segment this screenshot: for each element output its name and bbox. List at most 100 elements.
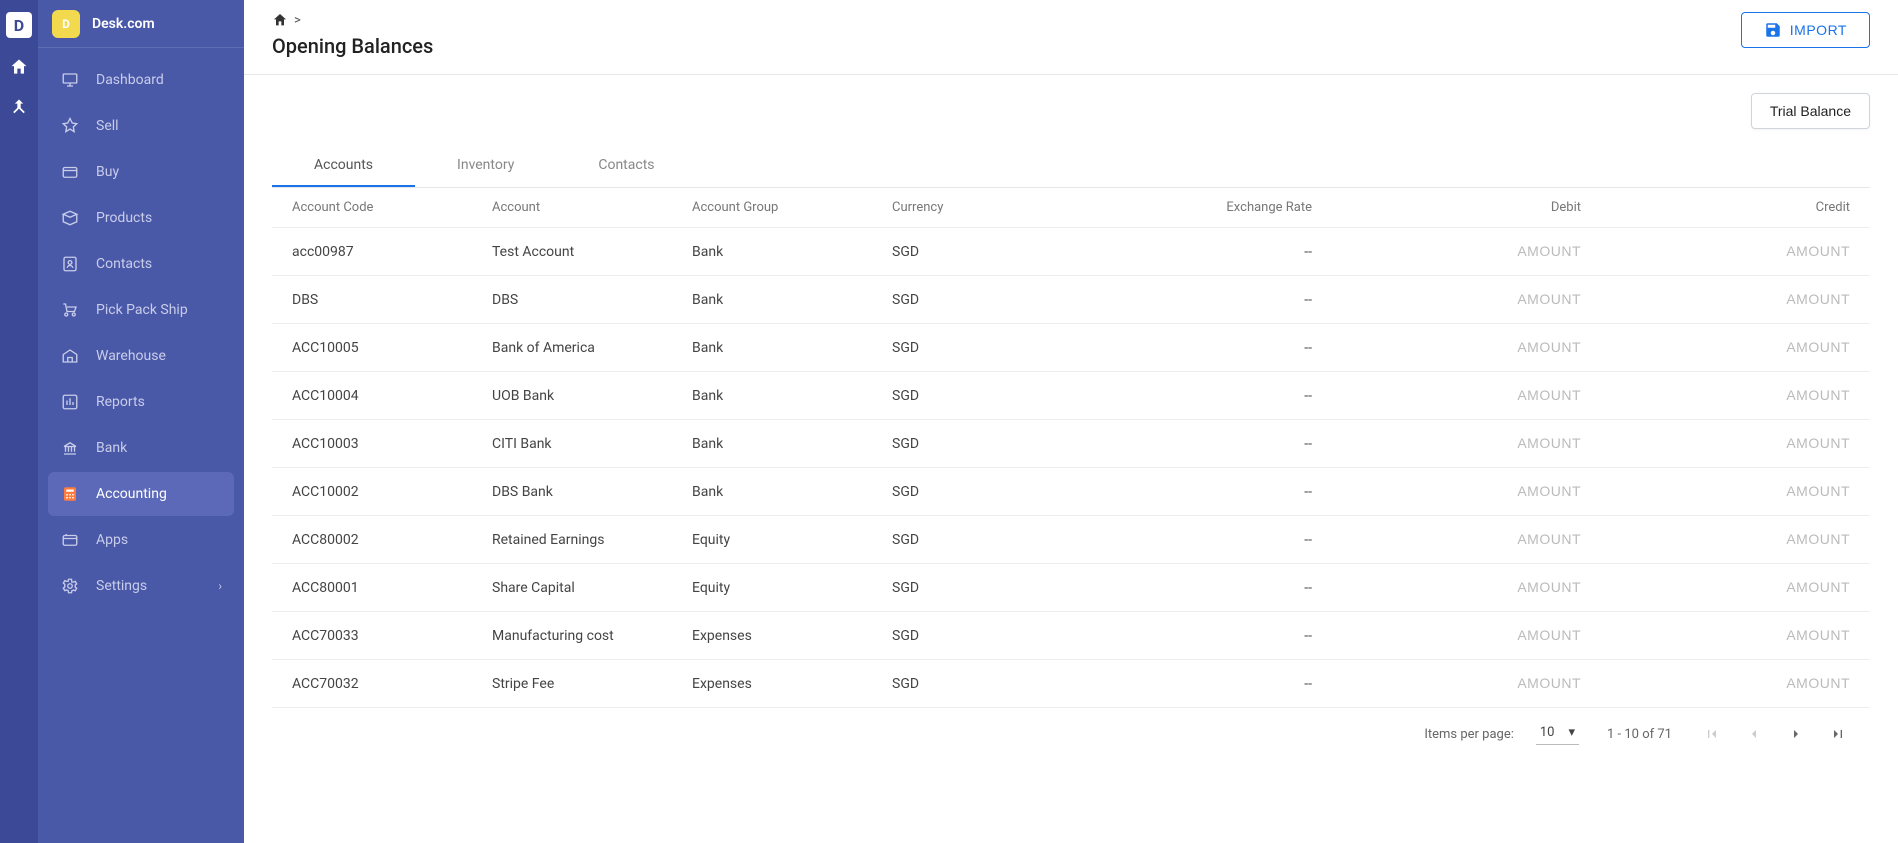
sidebar-item-settings[interactable]: Settings› — [48, 564, 234, 608]
table: Account Code Account Account Group Curre… — [272, 188, 1870, 708]
credit-input[interactable] — [1669, 435, 1850, 451]
cell-account: DBS — [492, 292, 692, 308]
cell-account: UOB Bank — [492, 388, 692, 404]
cell-account-group: Expenses — [692, 676, 892, 692]
cell-account-code: acc00987 — [292, 244, 492, 260]
last-page-icon[interactable] — [1826, 722, 1850, 746]
per-page-select[interactable]: 10 ▾ — [1536, 723, 1579, 745]
table-row: ACC10005Bank of AmericaBankSGD-- — [272, 324, 1870, 372]
first-page-icon[interactable] — [1700, 722, 1724, 746]
table-row: ACC10002DBS BankBankSGD-- — [272, 468, 1870, 516]
col-debit: Debit — [1551, 200, 1581, 215]
tab-contacts[interactable]: Contacts — [556, 145, 696, 187]
warehouse-icon — [60, 346, 80, 366]
cell-account: Test Account — [492, 244, 692, 260]
cell-currency: SGD — [892, 244, 1092, 260]
cell-account: Retained Earnings — [492, 532, 692, 548]
debit-input[interactable] — [1400, 339, 1581, 355]
trial-balance-button[interactable]: Trial Balance — [1751, 93, 1870, 129]
merge-icon[interactable] — [8, 96, 30, 118]
credit-input[interactable] — [1669, 339, 1850, 355]
cell-currency: SGD — [892, 388, 1092, 404]
content: Trial Balance AccountsInventoryContacts … — [244, 75, 1898, 843]
sidebar-item-sell[interactable]: Sell — [48, 104, 234, 148]
import-button[interactable]: IMPORT — [1741, 12, 1870, 48]
debit-input[interactable] — [1400, 675, 1581, 691]
tabs: AccountsInventoryContacts — [272, 145, 1870, 188]
table-row: ACC80002Retained EarningsEquitySGD-- — [272, 516, 1870, 564]
sidebar-item-buy[interactable]: Buy — [48, 150, 234, 194]
credit-input[interactable] — [1669, 291, 1850, 307]
cell-account-group: Bank — [692, 484, 892, 500]
save-icon — [1764, 21, 1782, 39]
sidebar-item-bank[interactable]: Bank — [48, 426, 234, 470]
sidebar: D Desk.com DashboardSellBuyProductsConta… — [38, 0, 244, 843]
sidebar-item-label: Dashboard — [96, 72, 164, 88]
next-page-icon[interactable] — [1784, 722, 1808, 746]
debit-input[interactable] — [1400, 579, 1581, 595]
sidebar-nav: Dashboard Sell Buy Products Contacts Pick Pac… — [38, 48, 244, 618]
dashboard-icon — [60, 70, 80, 90]
credit-input[interactable] — [1669, 531, 1850, 547]
debit-input[interactable] — [1400, 483, 1581, 499]
credit-input[interactable] — [1669, 387, 1850, 403]
main: > Opening Balances IMPORT Trial Balance … — [244, 0, 1898, 843]
credit-input[interactable] — [1669, 627, 1850, 643]
col-account-code: Account Code — [292, 200, 492, 215]
cell-currency: SGD — [892, 340, 1092, 356]
sidebar-item-contacts[interactable]: Contacts — [48, 242, 234, 286]
sidebar-item-dashboard[interactable]: Dashboard — [48, 58, 234, 102]
home-icon[interactable] — [8, 56, 30, 78]
debit-input[interactable] — [1400, 387, 1581, 403]
credit-input[interactable] — [1669, 675, 1850, 691]
cell-account-group: Bank — [692, 436, 892, 452]
chevron-right-icon: › — [218, 579, 222, 593]
products-icon — [60, 208, 80, 228]
per-page-value: 10 — [1540, 725, 1555, 740]
tab-inventory[interactable]: Inventory — [415, 145, 556, 187]
sidebar-item-accounting[interactable]: Accounting — [48, 472, 234, 516]
sidebar-item-label: Products — [96, 210, 152, 226]
cell-exchange-rate: -- — [1304, 676, 1312, 692]
credit-input[interactable] — [1669, 579, 1850, 595]
col-currency: Currency — [892, 200, 1092, 215]
sidebar-item-label: Buy — [96, 164, 119, 180]
sidebar-item-apps[interactable]: Apps — [48, 518, 234, 562]
prev-page-icon[interactable] — [1742, 722, 1766, 746]
app-rail: D — [0, 0, 38, 843]
cell-account-code: ACC70032 — [292, 676, 492, 692]
reports-icon — [60, 392, 80, 412]
breadcrumb-home-icon[interactable] — [272, 12, 288, 28]
debit-input[interactable] — [1400, 435, 1581, 451]
breadcrumb-sep: > — [294, 13, 301, 28]
sidebar-item-pick-pack-ship[interactable]: Pick Pack Ship — [48, 288, 234, 332]
sidebar-item-reports[interactable]: Reports — [48, 380, 234, 424]
credit-input[interactable] — [1669, 483, 1850, 499]
cell-account: CITI Bank — [492, 436, 692, 452]
sidebar-item-warehouse[interactable]: Warehouse — [48, 334, 234, 378]
cell-account-code: ACC10003 — [292, 436, 492, 452]
sidebar-item-label: Apps — [96, 532, 128, 548]
cell-exchange-rate: -- — [1304, 340, 1312, 356]
table-row: ACC70033Manufacturing costExpensesSGD-- — [272, 612, 1870, 660]
debit-input[interactable] — [1400, 627, 1581, 643]
cell-currency: SGD — [892, 580, 1092, 596]
col-credit: Credit — [1816, 200, 1850, 215]
debit-input[interactable] — [1400, 291, 1581, 307]
col-account-group: Account Group — [692, 200, 892, 215]
cell-account-code: ACC10002 — [292, 484, 492, 500]
sidebar-item-products[interactable]: Products — [48, 196, 234, 240]
breadcrumb: > — [272, 12, 433, 28]
tab-accounts[interactable]: Accounts — [272, 145, 415, 187]
page-header: > Opening Balances IMPORT — [244, 0, 1898, 75]
settings-icon — [60, 576, 80, 596]
cell-exchange-rate: -- — [1304, 388, 1312, 404]
col-account: Account — [492, 200, 692, 215]
caret-down-icon: ▾ — [1569, 725, 1576, 740]
debit-input[interactable] — [1400, 531, 1581, 547]
debit-input[interactable] — [1400, 243, 1581, 259]
credit-input[interactable] — [1669, 243, 1850, 259]
sidebar-item-label: Pick Pack Ship — [96, 302, 188, 318]
table-row: ACC10004UOB BankBankSGD-- — [272, 372, 1870, 420]
sidebar-item-label: Contacts — [96, 256, 152, 272]
